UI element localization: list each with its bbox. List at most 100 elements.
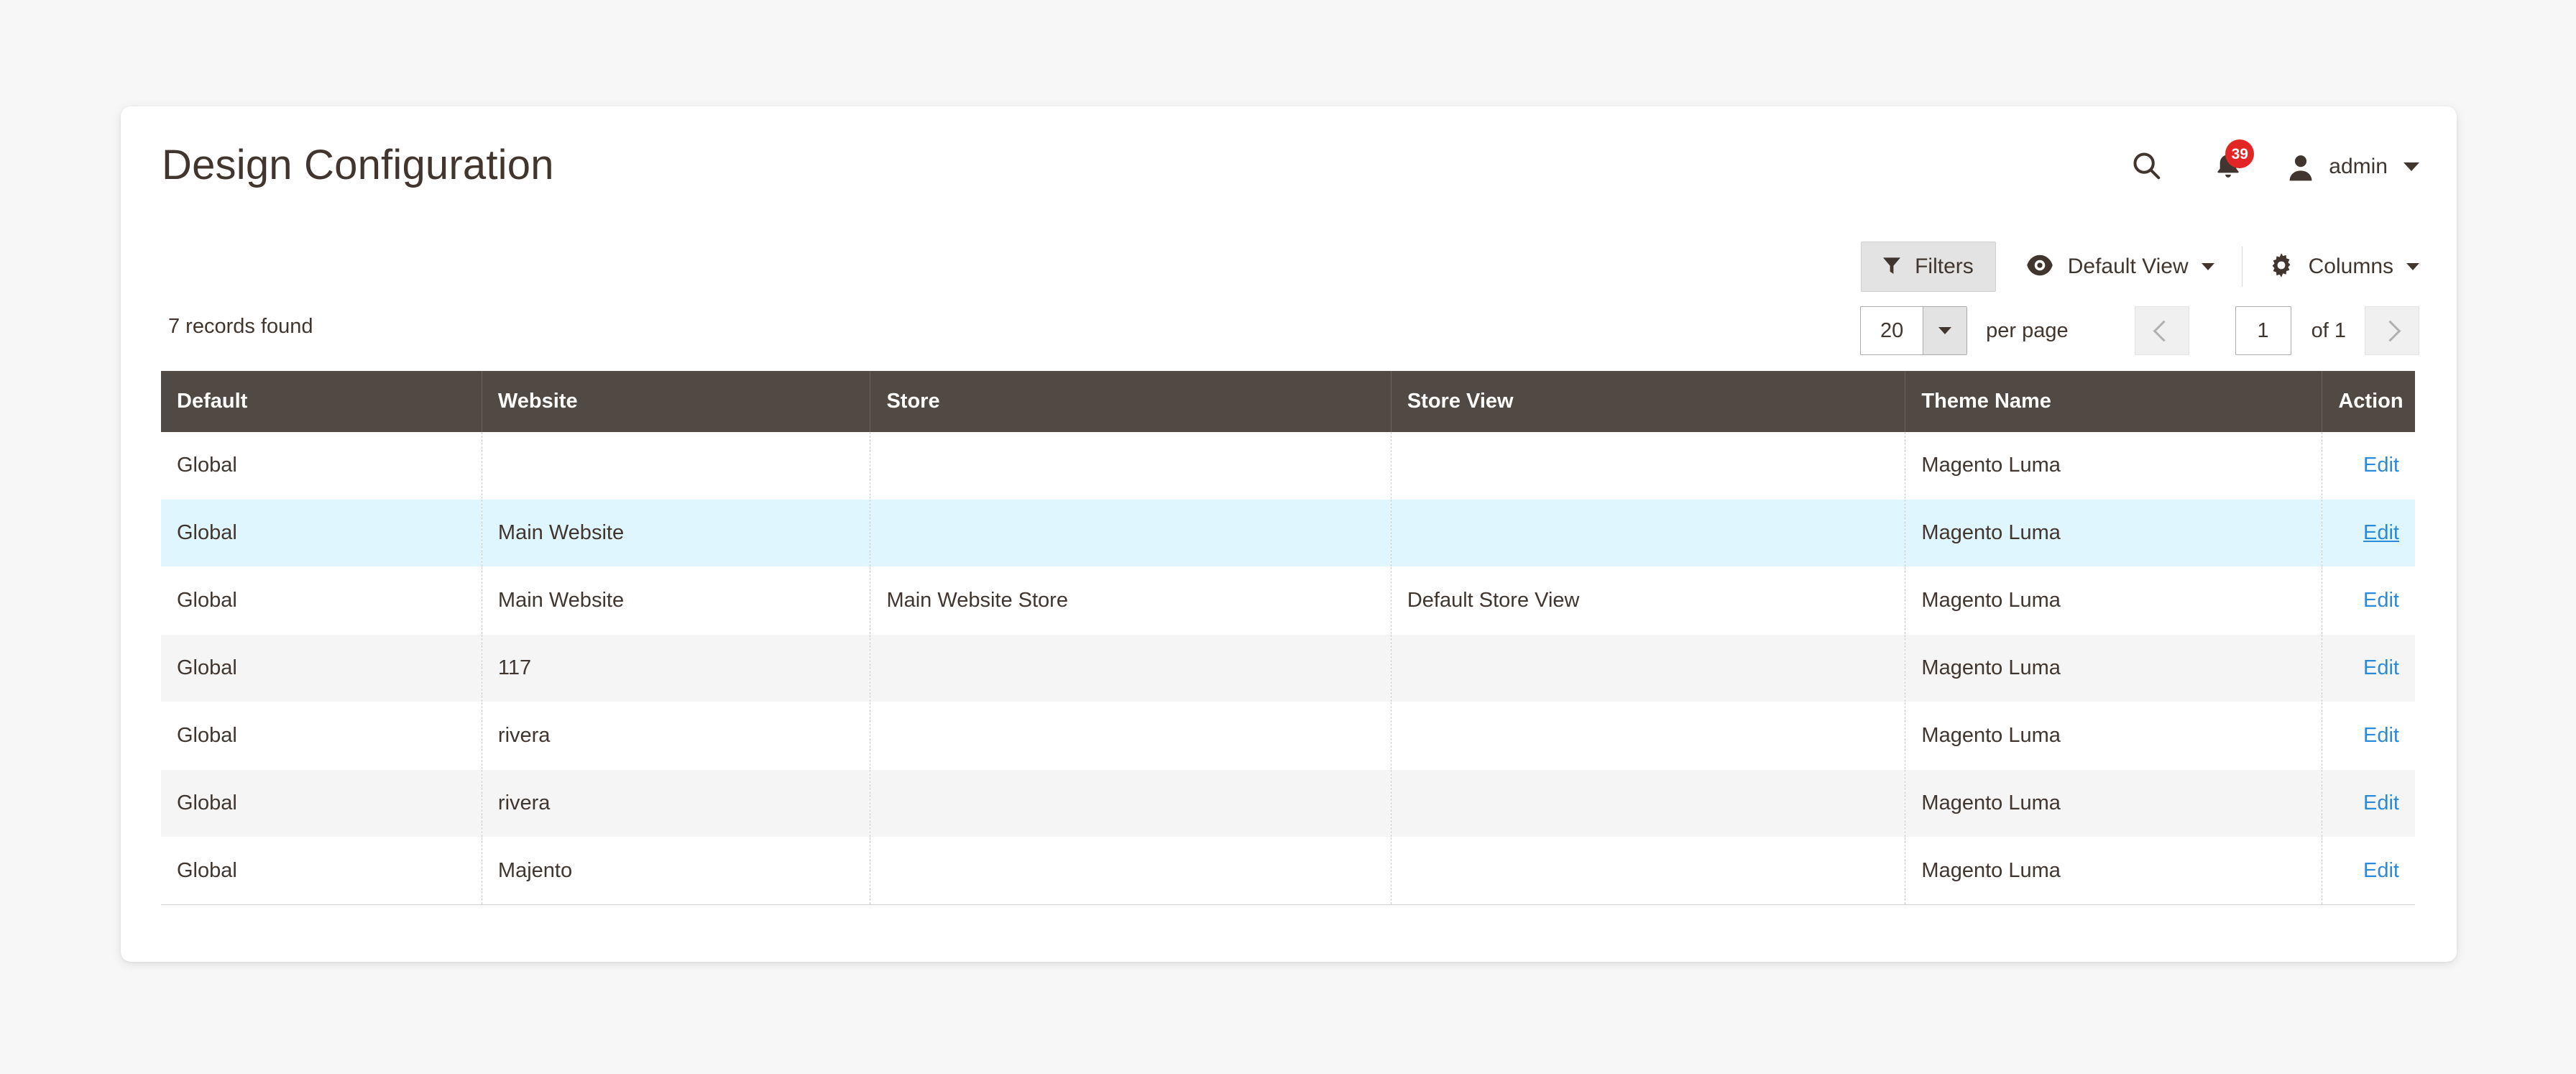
notifications-badge: 39 [2225, 139, 2255, 168]
table-header-row: Default Website Store Store View Theme N… [161, 371, 2415, 432]
table-row[interactable]: Global Main Website Magento Luma Edit [161, 499, 2415, 567]
eye-icon [2026, 254, 2053, 280]
cell-theme-name: Magento Luma [1905, 702, 2323, 770]
cell-store [870, 769, 1392, 837]
table-row[interactable]: Global 117 Magento Luma Edit [161, 634, 2415, 702]
previous-page-button[interactable] [2134, 306, 2189, 355]
table-row[interactable]: Global rivera Magento Luma Edit [161, 769, 2415, 837]
cell-action: Edit [2322, 837, 2415, 905]
columns-control[interactable]: Columns [2268, 252, 2419, 282]
cell-store-view [1391, 499, 1906, 567]
edit-link[interactable]: Edit [2363, 724, 2399, 747]
records-found-label: 7 records found [168, 315, 313, 338]
cell-theme-name: Magento Luma [1905, 566, 2323, 635]
cell-theme-name: Magento Luma [1905, 499, 2323, 567]
table-row[interactable]: Global Main Website Main Website Store Defa… [161, 566, 2415, 635]
edit-link[interactable]: Edit [2363, 791, 2399, 814]
cell-action: Edit [2322, 634, 2415, 702]
page-header: Design Configuration 39 admin [121, 106, 2457, 236]
user-name: admin [2329, 155, 2388, 178]
cell-website: Main Website [482, 499, 871, 567]
cell-action: Edit [2322, 769, 2415, 837]
per-page-dropdown-arrow[interactable] [1923, 307, 1967, 354]
cell-action: Edit [2322, 432, 2415, 500]
search-icon [2130, 149, 2163, 185]
cell-store-view [1391, 769, 1906, 837]
cell-store [870, 432, 1392, 500]
page-title: Design Configuration [162, 142, 554, 188]
cell-default: Global [161, 769, 482, 837]
cell-default: Global [161, 432, 482, 500]
filters-button[interactable]: Filters [1861, 242, 1996, 292]
filters-label: Filters [1915, 254, 1974, 278]
admin-tools: 39 admin [2123, 139, 2419, 190]
user-menu[interactable]: admin [2284, 150, 2419, 183]
edit-link[interactable]: Edit [2363, 589, 2399, 612]
cell-store-view [1391, 432, 1906, 500]
column-header-website[interactable]: Website [482, 371, 871, 432]
edit-link[interactable]: Edit [2363, 454, 2399, 477]
table-row[interactable]: Global Majento Magento Luma Edit [161, 837, 2415, 905]
next-page-button[interactable] [2365, 306, 2419, 355]
design-configuration-card: Design Configuration 39 admin Filters De… [121, 106, 2457, 962]
chevron-down-icon [2201, 263, 2214, 270]
total-pages-label: of 1 [2311, 318, 2346, 342]
table-body: Global Magento Luma Edit Global Main Website… [161, 432, 2415, 905]
gear-icon [2268, 252, 2294, 282]
per-page-select[interactable]: 20 [1860, 306, 1968, 355]
cell-store [870, 634, 1392, 702]
cell-action: Edit [2322, 499, 2415, 567]
chevron-down-icon [1938, 327, 1952, 334]
notifications-button[interactable]: 39 [2207, 139, 2255, 190]
cell-default: Global [161, 499, 482, 567]
column-header-theme-name[interactable]: Theme Name [1905, 371, 2323, 432]
chevron-down-icon [2406, 263, 2419, 270]
cell-store [870, 837, 1392, 905]
admin-page: Design Configuration 39 admin Filters De… [0, 0, 2576, 1074]
grid-toolbar: Filters Default View Columns [1861, 241, 2419, 293]
cell-theme-name: Magento Luma [1905, 432, 2323, 500]
per-page-label: per page [1986, 318, 2069, 342]
chevron-left-icon [2153, 320, 2175, 341]
cell-theme-name: Magento Luma [1905, 634, 2323, 702]
cell-default: Global [161, 566, 482, 635]
cell-website [482, 432, 871, 500]
cell-default: Global [161, 837, 482, 905]
edit-link[interactable]: Edit [2363, 859, 2399, 882]
table-row[interactable]: Global rivera Magento Luma Edit [161, 702, 2415, 770]
column-header-default[interactable]: Default [161, 371, 482, 432]
chevron-right-icon [2379, 320, 2401, 341]
view-bookmarks-control[interactable]: Default View [2026, 254, 2214, 280]
cell-store: Main Website Store [870, 566, 1392, 635]
search-button[interactable] [2123, 144, 2169, 190]
cell-website: Main Website [482, 566, 871, 635]
page-number-input[interactable]: 1 [2235, 306, 2291, 355]
cell-store-view: Default Store View [1391, 566, 1906, 635]
cell-website: rivera [482, 702, 871, 770]
cell-action: Edit [2322, 566, 2415, 635]
cell-action: Edit [2322, 702, 2415, 770]
edit-link[interactable]: Edit [2363, 656, 2399, 679]
design-config-grid: Default Website Store Store View Theme N… [161, 371, 2415, 905]
funnel-icon [1880, 254, 1903, 280]
cell-store-view [1391, 634, 1906, 702]
user-avatar-icon [2284, 150, 2317, 183]
column-header-store[interactable]: Store [870, 371, 1392, 432]
chevron-down-icon [2404, 162, 2419, 171]
table-row[interactable]: Global Magento Luma Edit [161, 432, 2415, 500]
cell-store [870, 499, 1392, 567]
cell-theme-name: Magento Luma [1905, 769, 2323, 837]
edit-link[interactable]: Edit [2363, 521, 2399, 544]
cell-theme-name: Magento Luma [1905, 837, 2323, 905]
table-head: Default Website Store Store View Theme N… [161, 371, 2415, 432]
cell-store-view [1391, 702, 1906, 770]
cell-website: 117 [482, 634, 871, 702]
column-header-action: Action [2322, 371, 2415, 432]
cell-default: Global [161, 702, 482, 770]
columns-label: Columns [2308, 254, 2393, 278]
column-header-store-view[interactable]: Store View [1391, 371, 1906, 432]
grid-pager: 20 per page 1 of 1 [1860, 305, 2419, 357]
cell-store [870, 702, 1392, 770]
data-table: Default Website Store Store View Theme N… [161, 371, 2415, 905]
cell-website: Majento [482, 837, 871, 905]
